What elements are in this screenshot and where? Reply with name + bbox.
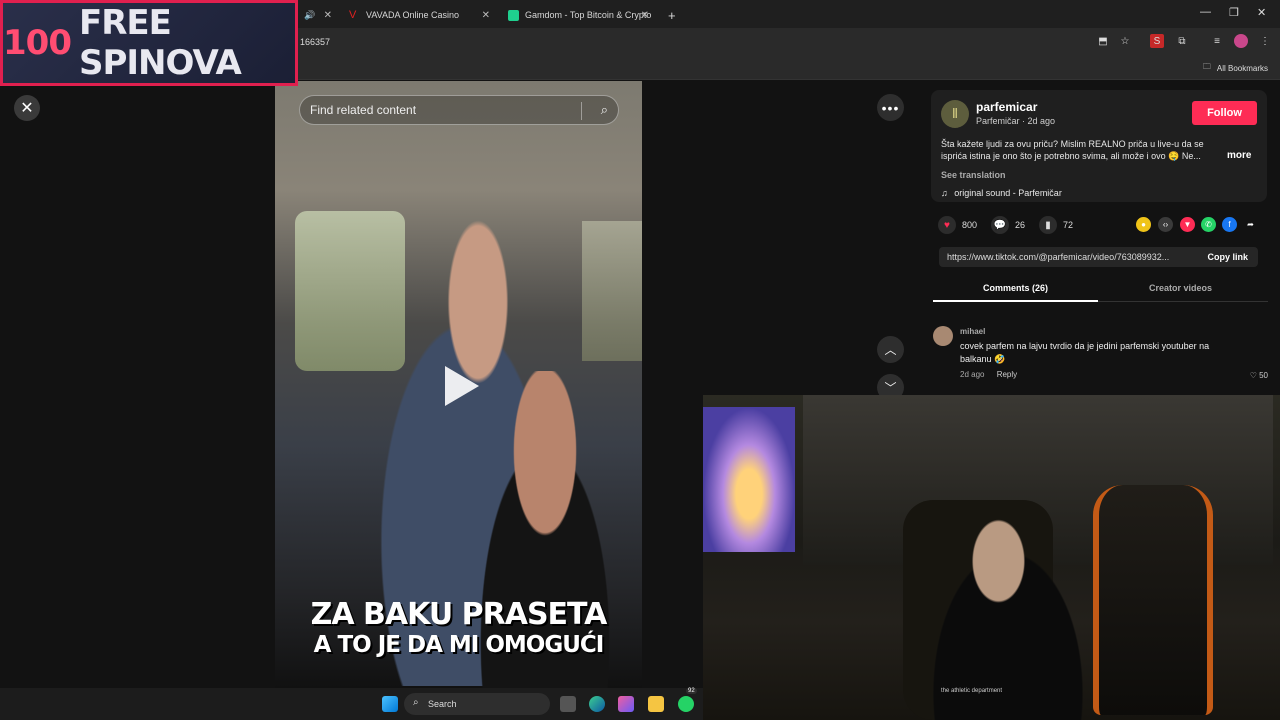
creator-meta: Parfemičar · 2d ago [976, 116, 1056, 126]
tab-audio[interactable]: 🔊 ✕ [298, 4, 340, 26]
all-bookmarks[interactable]: 🗀 All Bookmarks [1203, 61, 1268, 75]
menu-kebab-icon[interactable]: ⋮ [1258, 34, 1272, 48]
video-search-input[interactable]: Find related content ⌕ [299, 95, 619, 125]
edge-icon[interactable] [589, 696, 605, 712]
comments-stat[interactable]: 💬 26 [991, 216, 1025, 234]
search-placeholder: Find related content [310, 103, 417, 117]
chevron-up-icon[interactable]: ︿ [877, 336, 904, 363]
whatsapp-icon[interactable]: ✆ [1201, 217, 1216, 232]
heart-outline-icon: ♡ [1249, 371, 1257, 380]
promo-banner: 100 FREE SPINOVA [0, 0, 298, 86]
comment-like-count: 50 [1259, 371, 1268, 380]
play-icon[interactable] [445, 366, 479, 406]
url-field[interactable]: 166357 [290, 31, 1090, 53]
folder-icon: 🗀 [1202, 62, 1211, 71]
webcam-overlay: the athletic department [703, 395, 1280, 720]
copilot-icon[interactable] [618, 696, 634, 712]
notification-badge: 92 [686, 688, 697, 694]
search-icon[interactable]: ⌕ [601, 102, 608, 118]
details-panel: ⦀ parfemicar Parfemičar · 2d ago Follow … [918, 81, 1280, 395]
search-icon: ⌕ [413, 697, 419, 708]
tab-comments[interactable]: Comments (26) [933, 283, 1098, 293]
whatsapp-icon[interactable] [678, 696, 694, 712]
share-link-field[interactable]: https://www.tiktok.com/@parfemicar/video… [939, 247, 1258, 267]
file-explorer-icon[interactable] [648, 696, 664, 712]
tab-label: Gamdom - Top Bitcoin & Crypto [525, 10, 652, 20]
comment-time: 2d ago [960, 370, 985, 379]
commenter-avatar[interactable] [933, 326, 953, 346]
likes-count: 800 [962, 220, 978, 230]
close-window-button[interactable]: ✕ [1257, 6, 1266, 19]
send-icon[interactable]: ▼ [1180, 217, 1195, 232]
more-options-icon[interactable]: ••• [877, 94, 904, 121]
comment-item: mihael covek parfem na lajvu tvrdio da j… [933, 326, 1268, 386]
commenter-name[interactable]: mihael [960, 327, 985, 336]
sound-link[interactable]: ♫ original sound - Parfemičar [941, 188, 1062, 198]
heart-icon: ♥ [938, 216, 956, 234]
shirt-text: the athletic department [941, 688, 1003, 694]
extension-s-icon[interactable]: S [1150, 34, 1164, 48]
tv-screen [703, 407, 795, 552]
video-description: Šta kažete ljudi za ovu priču? Mislim RE… [941, 139, 1204, 161]
reply-button[interactable]: Reply [997, 370, 1017, 379]
comments-count: 26 [1015, 220, 1026, 230]
bookmark-star-icon[interactable]: ☆ [1118, 34, 1132, 48]
taskbar-search-label: Search [428, 699, 457, 709]
video-caption-line2: A TO JE DA MI OMOGUĆI [313, 632, 605, 658]
vavada-icon: V [349, 8, 357, 21]
task-view-icon[interactable] [560, 696, 576, 712]
more-link[interactable]: more [1227, 150, 1251, 161]
saves-count: 72 [1063, 220, 1074, 230]
promo-number: 100 [3, 23, 72, 63]
likes-stat[interactable]: ♥ 800 [938, 216, 977, 234]
comment-likes[interactable]: ♡ 50 [1250, 371, 1268, 380]
tab-gamdom[interactable]: Gamdom - Top Bitcoin & Crypto ✕ [502, 4, 657, 26]
creator-name[interactable]: parfemicar [976, 100, 1037, 114]
media-icon[interactable]: ≡ [1210, 34, 1224, 48]
profile-avatar[interactable] [1234, 34, 1248, 48]
video-player[interactable]: Find related content ⌕ ZA BAKU PRASETA A… [275, 81, 642, 688]
promo-text: FREE SPINOVA [78, 3, 242, 83]
close-video-button[interactable]: ✕ [14, 95, 40, 121]
coin-icon[interactable]: ● [1136, 217, 1151, 232]
embed-icon[interactable]: ‹› [1158, 217, 1173, 232]
close-icon[interactable]: ✕ [324, 10, 332, 21]
panel-tabs: Comments (26) Creator videos [933, 278, 1268, 302]
music-note-icon: ♫ [941, 188, 948, 198]
saves-stat[interactable]: ▮ 72 [1039, 216, 1073, 234]
active-tab-indicator [933, 300, 1098, 302]
new-tab-button[interactable]: + [662, 4, 682, 26]
close-icon[interactable]: ✕ [482, 10, 490, 21]
see-translation-link[interactable]: See translation [941, 170, 1006, 180]
taskbar: ⌕ Search 92 [0, 688, 703, 720]
close-icon[interactable]: ✕ [641, 10, 649, 21]
taskbar-search[interactable]: ⌕ Search [404, 693, 550, 715]
divider [581, 102, 582, 120]
share-arrow-icon[interactable]: ➦ [1243, 217, 1258, 232]
install-icon[interactable]: ⬒ [1096, 34, 1110, 48]
creator-avatar[interactable]: ⦀ [941, 100, 969, 128]
minimize-button[interactable]: — [1200, 6, 1211, 18]
facebook-icon[interactable]: f [1222, 217, 1237, 232]
extensions-icon[interactable]: ⧉ [1175, 34, 1189, 48]
gaming-chair [1093, 485, 1213, 715]
gamdom-icon [508, 9, 519, 21]
comment-icon: 💬 [991, 216, 1010, 234]
windows-start-icon[interactable] [382, 696, 398, 712]
tab-vavada[interactable]: V VAVADA Online Casino ✕ [343, 4, 498, 26]
share-url: https://www.tiktok.com/@parfemicar/video… [947, 252, 1170, 262]
comment-text: covek parfem na lajvu tvrdio da je jedin… [960, 341, 1210, 364]
bookmark-icon: ▮ [1039, 216, 1058, 234]
tab-creator-videos[interactable]: Creator videos [1098, 283, 1263, 293]
all-bookmarks-label: All Bookmarks [1216, 63, 1268, 73]
sound-label: original sound - Parfemičar [954, 188, 1062, 198]
video-caption-line1: ZA BAKU PRASETA [310, 597, 608, 632]
creator-card: ⦀ parfemicar Parfemičar · 2d ago Follow … [931, 90, 1267, 202]
speaker-icon: 🔊 [304, 9, 316, 20]
comment-meta: 2d ago Reply [960, 370, 1017, 379]
restore-button[interactable]: ❐ [1229, 6, 1239, 19]
follow-button[interactable]: Follow [1192, 101, 1257, 125]
copy-link-button[interactable]: Copy link [1207, 252, 1248, 262]
tab-label: VAVADA Online Casino [366, 10, 460, 20]
